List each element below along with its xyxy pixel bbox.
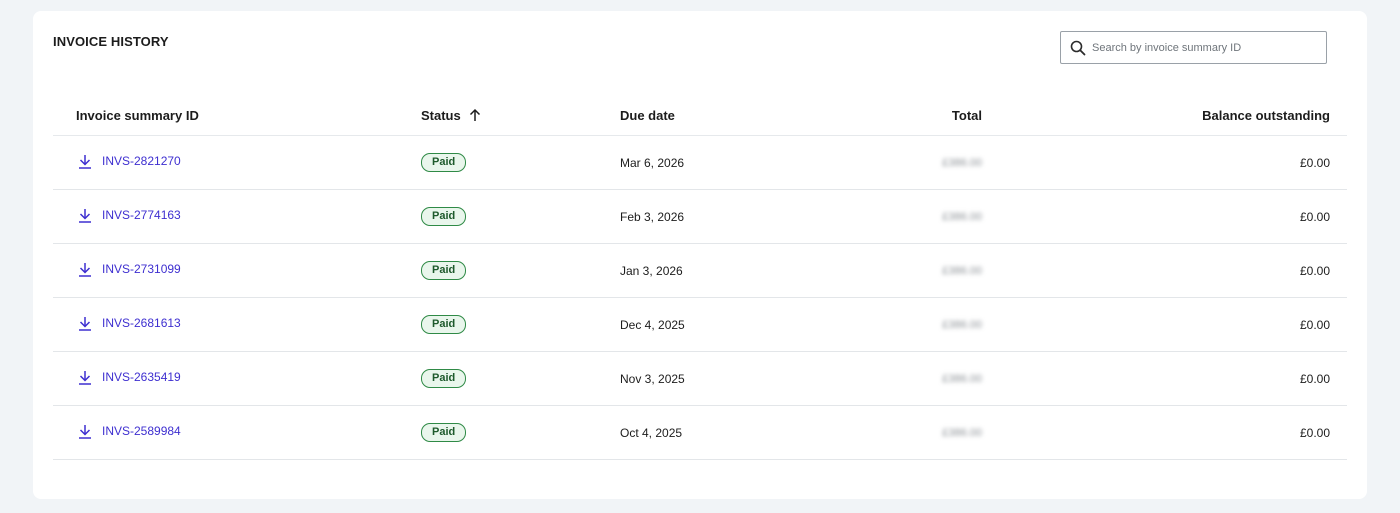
status-cell: Paid: [421, 135, 620, 190]
due-date: Feb 3, 2026: [620, 189, 870, 244]
download-icon: [79, 424, 91, 439]
table-row: INVS-2681613 Paid Dec 4, 2025 £386.00 £0…: [53, 297, 1347, 352]
balance-outstanding: £0.00: [1020, 405, 1347, 460]
total-cell: £386.00: [870, 189, 1020, 244]
balance-value: £0.00: [1299, 155, 1330, 170]
invoice-id-cell: INVS-2635419: [53, 351, 421, 406]
status-badge: Paid: [421, 423, 467, 442]
search-input[interactable]: [1092, 41, 1312, 54]
due-date: Dec 4, 2025: [620, 297, 870, 352]
status-sort-button[interactable]: Status: [421, 108, 481, 123]
header-due-date: Due date: [620, 95, 870, 136]
total-value: £386.00: [942, 264, 982, 277]
download-icon: [79, 316, 91, 331]
card-title: INVOICE HISTORY: [53, 34, 169, 49]
search-icon: [1070, 40, 1086, 55]
table-row: INVS-2731099 Paid Jan 3, 2026 £386.00 £0…: [53, 243, 1347, 298]
total-cell: £386.00: [870, 351, 1020, 406]
header-status-label: Status: [421, 107, 461, 123]
due-date: Oct 4, 2025: [620, 405, 870, 460]
arrow-up-icon: [469, 108, 480, 121]
header-balance: Balance outstanding: [1020, 95, 1347, 136]
header-invoice-id: Invoice summary ID: [53, 95, 421, 136]
invoice-id[interactable]: INVS-2589984: [102, 424, 181, 438]
invoice-download-link[interactable]: INVS-2774163: [76, 208, 181, 223]
status-cell: Paid: [421, 405, 620, 460]
invoice-id-cell: INVS-2731099: [53, 243, 421, 298]
invoice-id[interactable]: INVS-2681613: [102, 316, 181, 330]
status-badge: Paid: [421, 315, 467, 334]
status-badge: Paid: [421, 207, 467, 226]
download-icon: [79, 262, 91, 277]
table-row: INVS-2635419 Paid Nov 3, 2025 £386.00 £0…: [53, 351, 1347, 406]
total-cell: £386.00: [870, 135, 1020, 190]
total-cell: £386.00: [870, 405, 1020, 460]
total-value: £386.00: [942, 318, 982, 331]
status-cell: Paid: [421, 189, 620, 244]
invoice-id-cell: INVS-2589984: [53, 405, 421, 460]
balance-outstanding: £0.00: [1020, 135, 1347, 190]
invoice-download-link[interactable]: INVS-2731099: [76, 262, 181, 277]
invoice-id[interactable]: INVS-2774163: [102, 208, 181, 222]
balance-outstanding: £0.00: [1020, 351, 1347, 406]
table-row: INVS-2821270 Paid Mar 6, 2026 £386.00 £0…: [53, 135, 1347, 190]
invoice-download-link[interactable]: INVS-2635419: [76, 370, 181, 385]
invoice-id-cell: INVS-2774163: [53, 189, 421, 244]
invoice-download-link[interactable]: INVS-2589984: [76, 424, 181, 439]
balance-value: £0.00: [1299, 263, 1330, 278]
total-value: £386.00: [942, 210, 982, 223]
due-date: Mar 6, 2026: [620, 135, 870, 190]
invoice-history-card: INVOICE HISTORY Invoice summary ID Statu…: [33, 11, 1367, 499]
balance-value: £0.00: [1299, 209, 1330, 224]
balance-value: £0.00: [1299, 317, 1330, 332]
status-cell: Paid: [421, 243, 620, 298]
status-badge: Paid: [421, 261, 467, 280]
invoice-id[interactable]: INVS-2821270: [102, 154, 181, 168]
total-cell: £386.00: [870, 243, 1020, 298]
invoice-id[interactable]: INVS-2731099: [102, 262, 181, 276]
total-value: £386.00: [942, 426, 982, 439]
status-badge: Paid: [421, 153, 467, 172]
download-icon: [79, 370, 91, 385]
balance-outstanding: £0.00: [1020, 189, 1347, 244]
balance-value: £0.00: [1299, 371, 1330, 386]
table-header-row: Invoice summary ID Status Due date Total…: [53, 95, 1347, 136]
invoice-download-link[interactable]: INVS-2821270: [76, 154, 181, 169]
total-cell: £386.00: [870, 297, 1020, 352]
status-cell: Paid: [421, 297, 620, 352]
total-value: £386.00: [942, 156, 982, 169]
balance-outstanding: £0.00: [1020, 297, 1347, 352]
status-cell: Paid: [421, 351, 620, 406]
invoice-id-cell: INVS-2681613: [53, 297, 421, 352]
invoice-table: Invoice summary ID Status Due date Total…: [53, 95, 1347, 460]
invoice-id-cell: INVS-2821270: [53, 135, 421, 190]
search-box[interactable]: [1060, 31, 1327, 64]
invoice-id[interactable]: INVS-2635419: [102, 370, 181, 384]
header-total: Total: [870, 95, 1020, 136]
download-icon: [79, 154, 91, 169]
due-date: Jan 3, 2026: [620, 243, 870, 298]
table-row: INVS-2774163 Paid Feb 3, 2026 £386.00 £0…: [53, 189, 1347, 244]
balance-value: £0.00: [1299, 425, 1330, 440]
invoice-download-link[interactable]: INVS-2681613: [76, 316, 181, 331]
due-date: Nov 3, 2025: [620, 351, 870, 406]
balance-outstanding: £0.00: [1020, 243, 1347, 298]
header-status[interactable]: Status: [421, 95, 620, 136]
table-row: INVS-2589984 Paid Oct 4, 2025 £386.00 £0…: [53, 405, 1347, 460]
total-value: £386.00: [942, 372, 982, 385]
download-icon: [79, 208, 91, 223]
status-badge: Paid: [421, 369, 467, 388]
